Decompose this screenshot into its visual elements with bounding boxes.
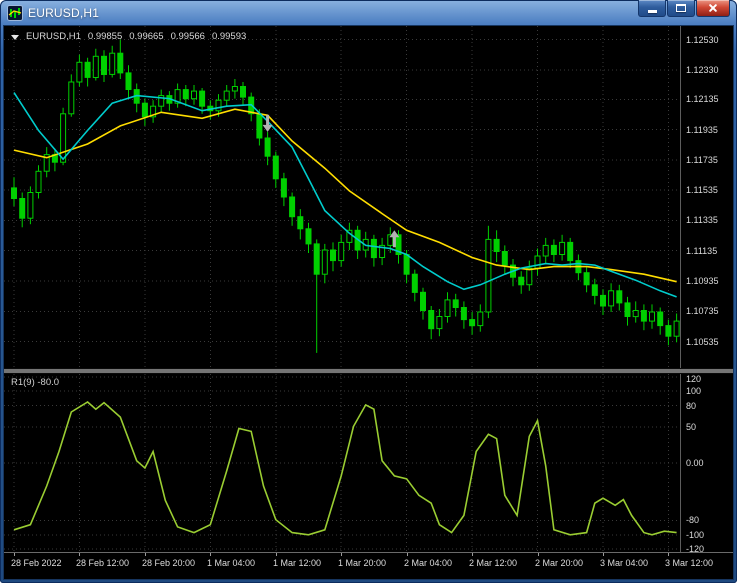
quote-high: 0.99665	[129, 31, 164, 42]
price-axis-label: 1.12330	[686, 64, 719, 75]
time-axis-label: 3 Mar 04:00	[600, 558, 649, 568]
quote-close: 0.99593	[211, 31, 247, 42]
time-axis-tick	[668, 553, 669, 556]
time-axis-tick	[603, 553, 604, 556]
indicator-axis-label: -80	[686, 515, 700, 526]
indicator-pane[interactable]: R1(9) -80.0	[4, 374, 680, 552]
chart-area: EURUSD,H1 0.99855 0.99665 0.99566 0.9959…	[4, 26, 733, 579]
chart-quote-info: EURUSD,H1 0.99855 0.99665 0.99566 0.9959…	[11, 31, 246, 42]
indicator-axis-label: -120	[686, 544, 705, 552]
price-axis[interactable]: 1.12530 1.12330 1.12135 1.11935 1.11735 1.115…	[680, 26, 733, 368]
app-icon	[7, 5, 23, 21]
price-axis-label: 1.11535	[686, 185, 718, 196]
price-axis-label: 1.11135	[686, 245, 718, 256]
symbol-label: EURUSD,H1	[26, 31, 81, 42]
indicator-axis-label: -100	[686, 529, 705, 540]
time-axis-label: 1 Mar 12:00	[273, 558, 322, 568]
symbol-dropdown-icon[interactable]	[11, 34, 19, 40]
time-axis-label: 2 Mar 04:00	[404, 558, 453, 568]
minimize-icon	[647, 10, 657, 13]
indicator-axis-label: 50	[686, 422, 697, 433]
time-axis-tick	[79, 553, 80, 556]
price-axis-label: 1.11735	[686, 154, 718, 165]
price-axis-label: 1.12530	[686, 34, 719, 45]
time-axis-label: 3 Mar 12:00	[665, 558, 714, 568]
time-axis-label: 1 Mar 20:00	[338, 558, 387, 568]
close-icon	[707, 2, 719, 14]
price-pane[interactable]: EURUSD,H1 0.99855 0.99665 0.99566 0.9959…	[4, 26, 680, 368]
time-axis-label: 1 Mar 04:00	[207, 558, 256, 568]
time-axis-label: 28 Feb 20:00	[142, 558, 196, 568]
oscillator-chart[interactable]	[4, 374, 680, 552]
indicator-axis-label: 100	[686, 386, 702, 397]
time-axis-tick	[276, 553, 277, 556]
price-axis-label: 1.10735	[686, 306, 719, 317]
price-axis-label: 1.10535	[686, 336, 719, 347]
window-title: EURUSD,H1	[28, 6, 100, 20]
titlebar[interactable]: EURUSD,H1	[0, 0, 737, 26]
price-axis-label: 1.11335	[686, 215, 718, 226]
time-axis-label: 28 Feb 12:00	[76, 558, 130, 568]
price-axis-label: 1.10935	[686, 275, 719, 286]
window-controls	[638, 0, 730, 17]
time-axis-label: 28 Feb 2022	[11, 558, 62, 568]
close-button[interactable]	[696, 0, 730, 17]
time-axis-tick	[538, 553, 539, 556]
indicator-axis-label: 0.00	[686, 458, 704, 468]
time-axis-tick	[145, 553, 146, 556]
indicator-label: R1(9) -80.0	[11, 377, 60, 388]
mt4-chart-window: EURUSD,H1 EURUSD,H1 0.99855 0.99665 0.99…	[0, 0, 737, 583]
indicator-axis[interactable]: 120 100 80 50 0.00 -80 -100 -120	[680, 374, 733, 552]
indicator-axis-label: 120	[686, 374, 702, 384]
time-axis-label: 2 Mar 20:00	[535, 558, 584, 568]
quote-open: 0.99855	[87, 31, 123, 42]
indicator-axis-label: 80	[686, 400, 697, 411]
time-axis-tick	[210, 553, 211, 556]
time-axis-label: 2 Mar 12:00	[469, 558, 518, 568]
maximize-icon	[676, 4, 686, 12]
quote-low: 0.99566	[170, 31, 205, 42]
price-axis-label: 1.12135	[686, 94, 719, 105]
time-axis-tick	[341, 553, 342, 556]
time-axis[interactable]: 28 Feb 2022 28 Feb 12:00 28 Feb 20:00 1 Mar…	[4, 552, 733, 579]
maximize-button[interactable]	[667, 0, 695, 17]
time-axis-tick	[472, 553, 473, 556]
minimize-button[interactable]	[638, 0, 666, 17]
candlestick-chart[interactable]	[4, 26, 680, 368]
time-axis-tick	[14, 553, 15, 556]
price-axis-label: 1.11935	[686, 124, 718, 135]
time-axis-tick	[407, 553, 408, 556]
